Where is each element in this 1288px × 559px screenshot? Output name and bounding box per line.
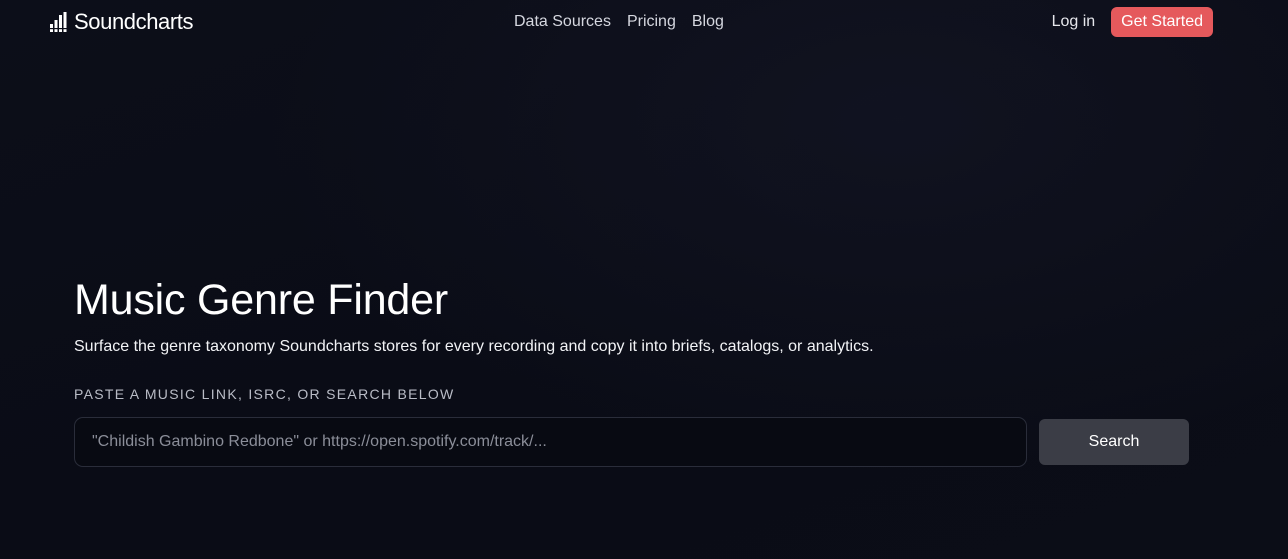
page-subtitle: Surface the genre taxonomy Soundcharts s… bbox=[74, 338, 874, 355]
get-started-button[interactable]: Get Started bbox=[1111, 7, 1213, 37]
search-form: Search bbox=[74, 417, 1194, 467]
page-title: Music Genre Finder bbox=[74, 276, 448, 324]
primary-nav: Data Sources Pricing Blog bbox=[514, 12, 724, 32]
bar-chart-logo-icon bbox=[50, 12, 67, 32]
nav-link-blog[interactable]: Blog bbox=[692, 12, 724, 32]
search-button[interactable]: Search bbox=[1039, 419, 1189, 465]
brand-name: Soundcharts bbox=[74, 9, 194, 34]
top-navigation: Soundcharts Data Sources Pricing Blog Lo… bbox=[0, 0, 1288, 44]
hero-section: Music Genre Finder Surface the genre tax… bbox=[74, 274, 1194, 467]
login-link[interactable]: Log in bbox=[1052, 7, 1096, 37]
search-field-label: PASTE A MUSIC LINK, ISRC, OR SEARCH BELO… bbox=[74, 386, 455, 402]
search-input[interactable] bbox=[74, 417, 1027, 467]
page: Soundcharts Data Sources Pricing Blog Lo… bbox=[0, 0, 1288, 559]
nav-link-pricing[interactable]: Pricing bbox=[627, 12, 676, 32]
account-actions: Log in Get Started bbox=[1052, 7, 1213, 37]
nav-link-data-sources[interactable]: Data Sources bbox=[514, 12, 611, 32]
brand-logo-link[interactable]: Soundcharts bbox=[50, 9, 194, 35]
